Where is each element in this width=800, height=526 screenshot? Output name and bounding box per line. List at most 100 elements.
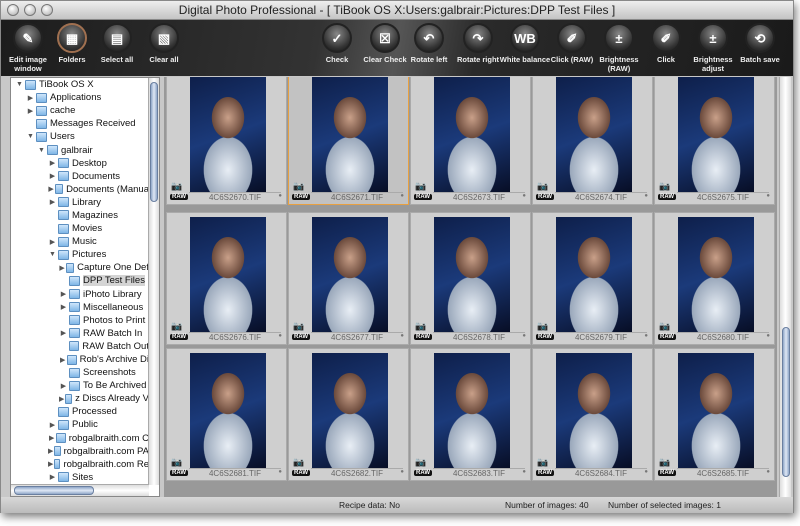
check-mark-indicator[interactable]: ● — [278, 469, 282, 475]
disclosure-triangle-icon[interactable]: ▶ — [59, 329, 68, 337]
folder-item[interactable]: ▶ robgalbraith.com Re — [11, 458, 149, 471]
thumbnail[interactable]: 📷 RAW 4C6S2675.TIF ● — [654, 77, 775, 205]
thumbnail[interactable]: 📷 RAW 4C6S2674.TIF ● — [532, 77, 653, 205]
toolbar-button-clear-all[interactable]: ▧ Clear all — [134, 23, 194, 64]
folder-item[interactable]: ▶ robgalbraith.com PA — [11, 445, 149, 458]
thumbnail-image[interactable] — [678, 217, 754, 333]
disclosure-triangle-icon[interactable]: ▶ — [26, 94, 35, 102]
check-mark-indicator[interactable]: ● — [766, 333, 770, 339]
disclosure-triangle-icon[interactable]: ▶ — [48, 238, 57, 246]
folder-item[interactable]: ▶ Library — [11, 196, 149, 209]
folder-tree-vertical-scrollbar[interactable] — [148, 78, 159, 485]
thumbnail-image[interactable] — [556, 353, 632, 469]
disclosure-triangle-icon[interactable]: ▶ — [48, 434, 55, 442]
folder-item[interactable]: ▶ Public — [11, 418, 149, 431]
folder-item[interactable]: ▶ To Be Archived — [11, 379, 149, 392]
disclosure-triangle-icon[interactable]: ▶ — [48, 185, 54, 193]
thumbnail[interactable]: 📷 RAW 4C6S2681.TIF ● — [166, 348, 287, 481]
folder-item[interactable]: ▶ Documents (Manua — [11, 183, 149, 196]
thumbnail-image[interactable] — [556, 217, 632, 333]
thumbnail-image[interactable] — [678, 77, 754, 193]
folder-item[interactable]: RAW Batch Out — [11, 340, 149, 353]
disclosure-triangle-icon[interactable]: ▶ — [59, 303, 68, 311]
folder-item[interactable]: ▼ Users — [11, 130, 149, 143]
folder-item[interactable]: ▶ Music — [11, 235, 149, 248]
scroll-thumb[interactable] — [150, 82, 158, 202]
folder-item[interactable]: ▶ cache — [11, 104, 149, 117]
folder-item[interactable]: ▶ iPhoto Library — [11, 288, 149, 301]
folder-item[interactable]: ▶ Documents — [11, 170, 149, 183]
thumbnail-image[interactable] — [190, 77, 266, 193]
thumbnail[interactable]: 📷 RAW 4C6S2684.TIF ● — [532, 348, 653, 481]
thumbnail-image[interactable] — [434, 217, 510, 333]
folder-item[interactable]: ▶ Miscellaneous — [11, 301, 149, 314]
check-mark-indicator[interactable]: ● — [278, 193, 282, 199]
folder-item[interactable]: ▶ Sites — [11, 471, 149, 484]
thumbnail[interactable]: 📷 RAW 4C6S2677.TIF ● — [288, 212, 409, 345]
scroll-thumb[interactable] — [782, 327, 790, 477]
folder-item[interactable]: Photos to Print — [11, 314, 149, 327]
folder-item[interactable]: DPP Test Files — [11, 274, 149, 287]
disclosure-triangle-icon[interactable]: ▶ — [48, 421, 57, 429]
folder-item[interactable]: ▶ RAW Batch In — [11, 327, 149, 340]
zoom-button[interactable] — [41, 4, 53, 16]
folder-item[interactable]: Magazines — [11, 209, 149, 222]
thumbnail-image[interactable] — [556, 77, 632, 193]
check-mark-indicator[interactable]: ● — [400, 333, 404, 339]
disclosure-triangle-icon[interactable]: ▶ — [26, 107, 35, 115]
thumbnail-image[interactable] — [312, 77, 388, 193]
thumbnail-image[interactable] — [434, 77, 510, 193]
close-button[interactable] — [7, 4, 19, 16]
disclosure-triangle-icon[interactable]: ▶ — [48, 198, 57, 206]
folder-item[interactable]: Screenshots — [11, 366, 149, 379]
disclosure-triangle-icon[interactable]: ▶ — [59, 382, 68, 390]
check-mark-indicator[interactable]: ● — [278, 333, 282, 339]
thumbnail-image[interactable] — [190, 353, 266, 469]
scroll-thumb[interactable] — [14, 486, 94, 495]
disclosure-triangle-icon[interactable]: ▼ — [15, 81, 24, 88]
check-mark-indicator[interactable]: ● — [522, 333, 526, 339]
check-mark-indicator[interactable]: ● — [522, 193, 526, 199]
thumbnail[interactable]: 📷 RAW 4C6S2682.TIF ● — [288, 348, 409, 481]
folder-item[interactable]: Messages Received — [11, 117, 149, 130]
folder-item[interactable]: Movies — [11, 222, 149, 235]
folder-item[interactable]: ▶ Desktop — [11, 157, 149, 170]
folder-item[interactable]: ▶ z Discs Already V — [11, 392, 149, 405]
thumbnail-image[interactable] — [678, 353, 754, 469]
thumbnail[interactable]: 📷 RAW 4C6S2680.TIF ● — [654, 212, 775, 345]
toolbar-button-batch-save[interactable]: ⟲ Batch save — [730, 23, 790, 64]
folder-item[interactable]: ▶ Capture One Def — [11, 261, 149, 274]
thumbnail[interactable]: 📷 RAW 4C6S2678.TIF ● — [410, 212, 531, 345]
disclosure-triangle-icon[interactable]: ▶ — [59, 356, 66, 364]
thumbnail[interactable]: 📷 RAW 4C6S2670.TIF ● — [166, 77, 287, 205]
check-mark-indicator[interactable]: ● — [522, 469, 526, 475]
disclosure-triangle-icon[interactable]: ▶ — [48, 172, 57, 180]
thumbnail[interactable]: 📷 RAW 4C6S2683.TIF ● — [410, 348, 531, 481]
check-mark-indicator[interactable]: ● — [400, 193, 404, 199]
disclosure-triangle-icon[interactable]: ▼ — [37, 147, 46, 154]
folder-item[interactable]: ▼ Pictures — [11, 248, 149, 261]
thumbnail[interactable]: 📷 RAW 4C6S2673.TIF ● — [410, 77, 531, 205]
thumbnail[interactable]: 📷 RAW 4C6S2679.TIF ● — [532, 212, 653, 345]
thumbnail-grid-scrollbar[interactable] — [779, 77, 791, 497]
minimize-button[interactable] — [24, 4, 36, 16]
thumbnail[interactable]: 📷 RAW 4C6S2671.TIF ● — [288, 77, 409, 205]
folder-item[interactable]: ▶ Rob's Archive Di — [11, 353, 149, 366]
check-mark-indicator[interactable]: ● — [644, 469, 648, 475]
thumbnail-image[interactable] — [190, 217, 266, 333]
disclosure-triangle-icon[interactable]: ▼ — [48, 251, 57, 258]
disclosure-triangle-icon[interactable]: ▼ — [26, 133, 35, 140]
check-mark-indicator[interactable]: ● — [644, 333, 648, 339]
folder-tree-horizontal-scrollbar[interactable] — [11, 484, 149, 496]
check-mark-indicator[interactable]: ● — [400, 469, 404, 475]
check-mark-indicator[interactable]: ● — [766, 193, 770, 199]
disclosure-triangle-icon[interactable]: ▶ — [59, 264, 65, 272]
thumbnail[interactable]: 📷 RAW 4C6S2685.TIF ● — [654, 348, 775, 481]
disclosure-triangle-icon[interactable]: ▶ — [48, 447, 53, 455]
disclosure-triangle-icon[interactable]: ▶ — [48, 460, 53, 468]
folder-item[interactable]: ▶ Applications — [11, 91, 149, 104]
thumbnail-image[interactable] — [434, 353, 510, 469]
folder-item[interactable]: ▼ TiBook OS X — [11, 78, 149, 91]
folder-item[interactable]: Processed — [11, 405, 149, 418]
folder-item[interactable]: ▼ galbrair — [11, 143, 149, 156]
